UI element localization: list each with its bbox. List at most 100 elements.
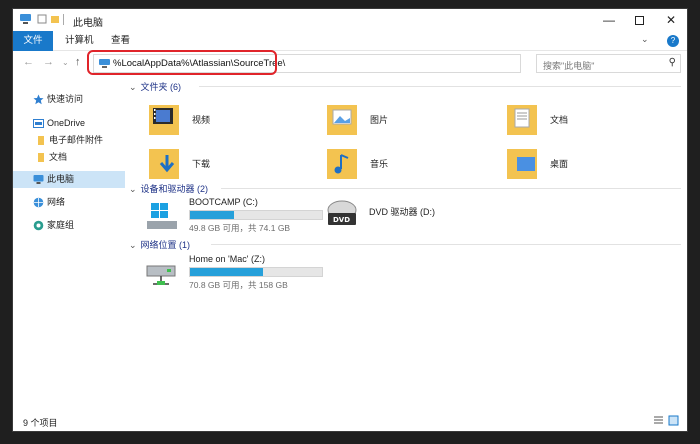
quick-access-folder-icon[interactable] — [50, 13, 60, 25]
drive-usage-fill — [190, 211, 234, 219]
folder-label: 桌面 — [550, 159, 569, 169]
sidebar-item-this-pc[interactable]: 此电脑 — [13, 171, 125, 188]
dvd-drive-icon: DVD — [327, 200, 357, 225]
group-title: 网络位置 (1) — [140, 240, 191, 250]
quick-access-toolbar-icon[interactable] — [37, 13, 47, 25]
tab-computer[interactable]: 计算机 — [55, 31, 104, 51]
sidebar-label: 文档 — [49, 152, 68, 162]
search-box[interactable]: 搜索"此电脑" ⚲ — [536, 54, 681, 73]
maximize-icon — [634, 15, 644, 25]
recent-locations-chevron-icon[interactable]: ⌄ — [62, 58, 69, 67]
search-icon[interactable]: ⚲ — [669, 57, 676, 68]
pictures-folder-icon — [327, 105, 357, 135]
title-separator — [63, 14, 64, 25]
group-header-network[interactable]: ⌄ 网络位置 (1) — [129, 238, 190, 251]
cloud-icon — [33, 119, 44, 128]
item-count: 9 个项目 — [23, 418, 58, 428]
folder-label: 音乐 — [370, 159, 389, 169]
group-title: 设备和驱动器 (2) — [140, 184, 209, 194]
sidebar-label: OneDrive — [47, 118, 86, 128]
navigation-bar: ← → ⌄ ↑ %LocalAppData%\Atlassian\SourceT… — [13, 50, 687, 77]
drive-c[interactable]: BOOTCAMP (C:) 49.8 GB 可用，共 74.1 GB — [145, 197, 335, 233]
svg-text:DVD: DVD — [333, 216, 350, 224]
folder-tile-music[interactable]: 音乐 — [325, 143, 495, 187]
drive-name: Home on 'Mac' (Z:) — [189, 254, 265, 264]
group-divider — [211, 244, 681, 245]
close-icon: ✕ — [665, 13, 677, 27]
drive-name: DVD 驱动器 (D:) — [369, 207, 435, 217]
drive-usage-bar — [189, 267, 323, 277]
sidebar-item-network[interactable]: 网络 — [13, 194, 125, 211]
tab-file[interactable]: 文件 — [13, 31, 53, 51]
minimize-button[interactable]: — — [593, 9, 625, 31]
drive-usage-fill — [190, 268, 263, 276]
collapse-chevron-icon[interactable]: ⌄ — [129, 240, 137, 250]
folder-tile-videos[interactable]: 视频 — [147, 99, 317, 143]
folder-label: 图片 — [370, 115, 389, 125]
sidebar-item-email-attachments[interactable]: 电子邮件附件 — [13, 132, 125, 149]
sidebar-item-documents[interactable]: 文档 — [13, 149, 125, 166]
drive-d[interactable]: DVD DVD 驱动器 (D:) — [325, 197, 515, 233]
folder-icon — [38, 136, 44, 145]
folder-tile-documents[interactable]: 文档 — [505, 99, 675, 143]
close-button[interactable]: ✕ — [655, 9, 687, 31]
window-title: 此电脑 — [73, 18, 103, 29]
star-icon — [33, 94, 44, 105]
network-drive-z[interactable]: Home on 'Mac' (Z:) 70.8 GB 可用，共 158 GB — [145, 254, 335, 290]
videos-folder-icon — [149, 105, 179, 135]
explorer-window: 此电脑 — ✕ 文件 计算机 查看 ⌄ ? ← → ⌄ ↑ %LocalAppD… — [12, 8, 688, 432]
windows-drive-icon — [147, 203, 177, 229]
sidebar-label: 家庭组 — [47, 220, 75, 230]
folder-tile-pictures[interactable]: 图片 — [325, 99, 495, 143]
drive-free-space: 70.8 GB 可用，共 158 GB — [189, 280, 288, 290]
drive-name: BOOTCAMP (C:) — [189, 197, 258, 207]
ribbon-tabs: 文件 计算机 查看 ⌄ ? — [13, 31, 687, 51]
folder-tile-downloads[interactable]: 下载 — [147, 143, 317, 187]
collapse-chevron-icon[interactable]: ⌄ — [129, 184, 137, 194]
sidebar-item-quick-access[interactable]: 快速访问 — [13, 91, 125, 108]
group-divider — [221, 188, 681, 189]
large-icons-view-icon[interactable] — [668, 415, 679, 426]
navigation-pane: 快速访问 OneDrive 电子邮件附件 文档 此电脑 网络 家庭组 — [13, 77, 125, 405]
folder-label: 下载 — [192, 159, 211, 169]
group-header-folders[interactable]: ⌄ 文件夹 (6) — [129, 80, 181, 93]
folder-label: 视频 — [192, 115, 211, 125]
desktop-folder-icon — [507, 149, 537, 179]
folder-icon — [38, 153, 44, 162]
drive-usage-bar — [189, 210, 323, 220]
folder-label: 文档 — [550, 115, 569, 125]
back-arrow-icon[interactable]: ← — [23, 56, 34, 68]
details-view-icon[interactable] — [653, 415, 664, 426]
forward-arrow-icon[interactable]: → — [43, 56, 54, 68]
documents-folder-icon — [507, 105, 537, 135]
sidebar-label: 电子邮件附件 — [49, 135, 104, 145]
group-divider — [199, 86, 681, 87]
sidebar-label: 此电脑 — [47, 174, 75, 184]
help-icon[interactable]: ? — [667, 35, 679, 47]
group-header-devices[interactable]: ⌄ 设备和驱动器 (2) — [129, 182, 208, 195]
this-pc-icon[interactable] — [19, 13, 32, 25]
content-pane: ⌄ 文件夹 (6) 视频 图片 文档 下载 音乐 桌面 ⌄ 设备和驱动器 (2)… — [129, 77, 685, 405]
up-arrow-icon[interactable]: ↑ — [75, 56, 81, 68]
music-folder-icon — [327, 149, 357, 179]
computer-icon — [33, 175, 44, 184]
homegroup-icon — [33, 220, 44, 231]
status-bar: 9 个项目 — [13, 411, 687, 431]
folder-tile-desktop[interactable]: 桌面 — [505, 143, 675, 187]
drive-free-space: 49.8 GB 可用，共 74.1 GB — [189, 223, 291, 233]
expand-ribbon-chevron-icon[interactable]: ⌄ — [641, 34, 649, 45]
downloads-folder-icon — [149, 149, 179, 179]
address-highlight-box — [87, 50, 277, 75]
sidebar-item-homegroup[interactable]: 家庭组 — [13, 217, 125, 234]
network-icon — [33, 197, 44, 208]
maximize-button[interactable] — [623, 9, 655, 31]
group-title: 文件夹 (6) — [140, 82, 182, 92]
sidebar-item-onedrive[interactable]: OneDrive — [13, 115, 125, 132]
title-bar: 此电脑 — ✕ — [13, 9, 687, 31]
tab-view[interactable]: 查看 — [101, 31, 140, 51]
network-drive-icon — [146, 265, 176, 285]
sidebar-label: 快速访问 — [47, 94, 84, 104]
search-placeholder: 搜索"此电脑" — [543, 61, 595, 71]
sidebar-label: 网络 — [47, 197, 66, 207]
collapse-chevron-icon[interactable]: ⌄ — [129, 82, 137, 92]
